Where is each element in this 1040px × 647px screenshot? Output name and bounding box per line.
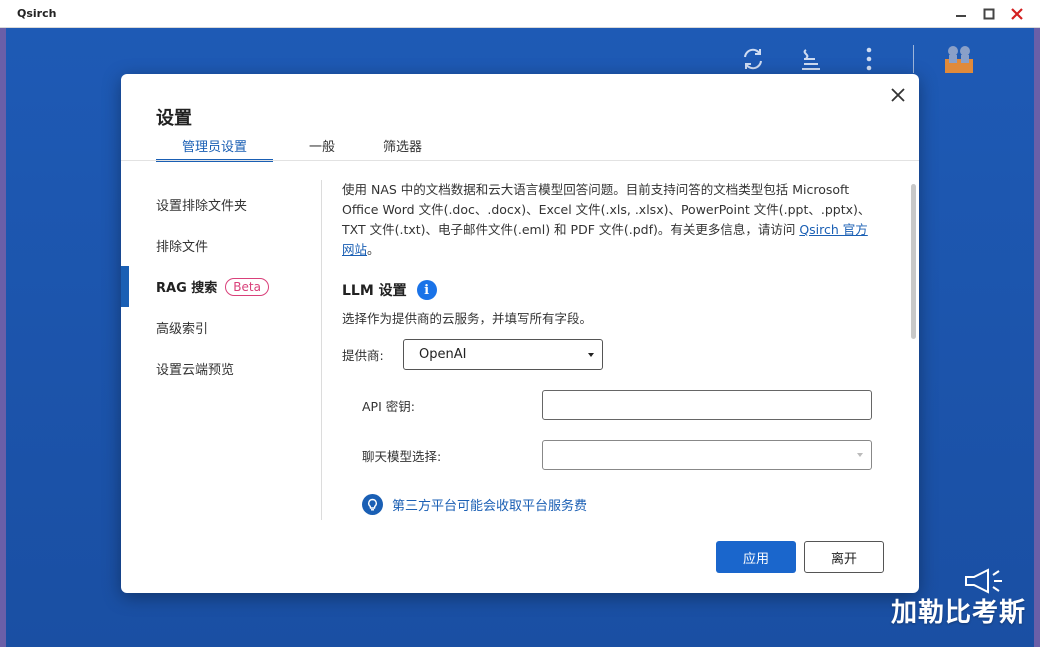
watermark-text: 加勒比考斯 xyxy=(890,598,1026,628)
sidebar-item-exclude-folders[interactable]: 设置排除文件夹 xyxy=(121,184,321,225)
stack-icon[interactable] xyxy=(793,41,829,77)
fee-tip-text: 第三方平台可能会收取平台服务费 xyxy=(392,499,588,514)
api-key-label: API 密钥: xyxy=(362,398,415,414)
dialog-title: 设置 xyxy=(156,108,192,129)
beta-badge: Beta xyxy=(225,277,269,296)
lightbulb-icon xyxy=(362,494,383,515)
rag-settings-content: 使用 NAS 中的文档数据和云大语言模型回答问题。目前支持问答的文档类型包括 M… xyxy=(342,180,872,515)
settings-dialog: 设置 管理员设置 一般 筛选器 设置排除文件夹 排除文件 RAG 搜索 Beta… xyxy=(121,74,919,593)
dialog-tabs: 管理员设置 一般 筛选器 xyxy=(156,136,470,162)
tab-filters[interactable]: 筛选器 xyxy=(383,136,422,160)
more-icon[interactable] xyxy=(851,41,887,77)
intro-end: 。 xyxy=(367,242,380,257)
left-edge xyxy=(0,28,6,647)
sidebar-divider xyxy=(321,180,322,520)
fee-tip: 第三方平台可能会收取平台服务费 xyxy=(362,494,872,515)
api-key-row: API 密钥: xyxy=(362,390,872,420)
sidebar-item-label: RAG 搜索 xyxy=(156,281,218,296)
app-toolbar xyxy=(735,40,978,78)
minimize-icon[interactable] xyxy=(952,5,970,23)
intro-body: 使用 NAS 中的文档数据和云大语言模型回答问题。目前支持问答的文档类型包括 M… xyxy=(342,182,871,237)
provider-select[interactable]: OpenAI xyxy=(403,339,603,370)
settings-sidebar: 设置排除文件夹 排除文件 RAG 搜索 Beta 高级索引 设置云端预览 xyxy=(121,184,321,389)
intro-text: 使用 NAS 中的文档数据和云大语言模型回答问题。目前支持问答的文档类型包括 M… xyxy=(342,180,872,260)
provider-row: 提供商: OpenAI xyxy=(342,339,872,370)
sidebar-item-exclude-files[interactable]: 排除文件 xyxy=(121,225,321,266)
chat-model-label: 聊天模型选择: xyxy=(362,448,442,464)
llm-description: 选择作为提供商的云服务，并填写所有字段。 xyxy=(342,311,593,326)
llm-title: LLM 设置 xyxy=(342,283,407,299)
toolbar-separator xyxy=(913,45,914,73)
chevron-down-icon xyxy=(588,352,594,357)
provider-value: OpenAI xyxy=(419,347,467,362)
sidebar-item-rag-search[interactable]: RAG 搜索 Beta xyxy=(121,266,321,307)
chat-model-select[interactable] xyxy=(541,440,872,470)
sidebar-item-cloud-preview[interactable]: 设置云端预览 xyxy=(121,348,321,389)
llm-settings-heading: LLM 设置 i xyxy=(342,280,872,300)
sidebar-item-label: 高级索引 xyxy=(156,322,209,337)
window-title: Qsirch xyxy=(17,7,57,20)
tab-admin-settings[interactable]: 管理员设置 xyxy=(156,136,274,162)
chat-model-row: 聊天模型选择: xyxy=(362,440,872,470)
apply-button[interactable]: 应用 xyxy=(716,541,796,573)
info-icon[interactable]: i xyxy=(416,280,437,300)
sync-icon[interactable] xyxy=(735,41,771,77)
content-scrollbar[interactable] xyxy=(911,184,916,339)
leave-button[interactable]: 离开 xyxy=(804,541,884,573)
window-controls xyxy=(952,5,1026,23)
sidebar-item-label: 设置排除文件夹 xyxy=(156,199,248,214)
sidebar-item-label: 排除文件 xyxy=(156,240,209,255)
close-icon[interactable] xyxy=(887,84,909,106)
user-avatar-icon[interactable] xyxy=(940,40,978,78)
right-edge xyxy=(1034,28,1040,647)
close-window-icon[interactable] xyxy=(1008,5,1026,23)
window-titlebar: Qsirch xyxy=(0,0,1040,28)
sidebar-item-label: 设置云端预览 xyxy=(156,363,235,378)
tab-general[interactable]: 一般 xyxy=(309,136,335,160)
tabs-divider xyxy=(121,160,919,161)
chevron-down-icon xyxy=(857,453,863,457)
api-key-input[interactable] xyxy=(541,390,872,420)
maximize-icon[interactable] xyxy=(980,5,998,23)
provider-label: 提供商: xyxy=(342,348,384,363)
sidebar-item-advanced-index[interactable]: 高级索引 xyxy=(121,307,321,348)
